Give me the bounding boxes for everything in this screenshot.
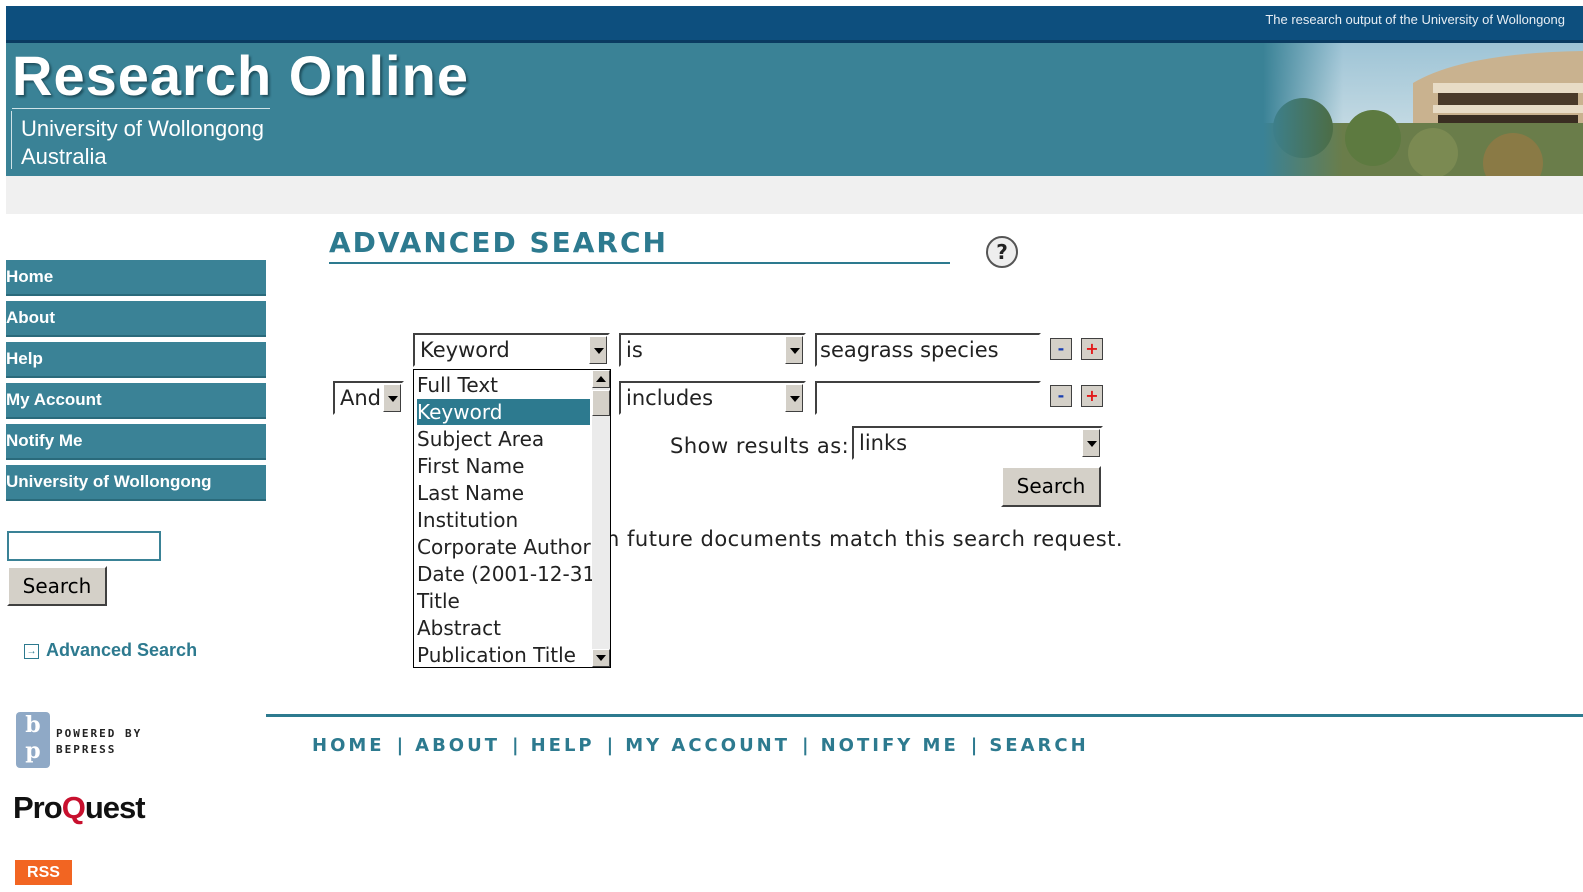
page-title: ADVANCED SEARCH [329,226,668,259]
proquest-post: uest [84,790,146,825]
option-institution[interactable]: Institution [417,507,590,533]
footer-link-about[interactable]: ABOUT [415,735,500,756]
sidebar-item-notify-me[interactable]: Notify Me [6,424,266,460]
site-subtitle: University of Wollongong Australia [21,115,264,171]
site-title[interactable]: Research Online [12,43,469,108]
search-term-input-2[interactable] [815,381,1041,415]
remove-row-2-button[interactable]: - [1050,385,1072,407]
footer-separator: | [396,735,404,756]
option-last-name[interactable]: Last Name [417,480,590,506]
chevron-down-icon[interactable] [589,336,607,364]
footer-link-home[interactable]: HOME [312,735,385,756]
subtitle-divider [11,111,12,169]
sidebar-search-input[interactable] [7,531,161,561]
option-subject-area[interactable]: Subject Area [417,426,590,452]
bepress-logo[interactable]: bp POWERED BY BEPRESS [16,712,140,768]
sidebar-item-about[interactable]: About [6,301,266,337]
footer-separator: | [970,735,978,756]
campus-building-image [1263,43,1583,176]
option-keyword[interactable]: Keyword [417,399,590,425]
connector-select-value: And [340,386,382,410]
field-select-1-value: Keyword [420,338,510,362]
option-title[interactable]: Title [417,588,590,614]
results-format-select[interactable]: links [852,426,1103,460]
footer-separator: | [512,735,519,756]
option-first-name[interactable]: First Name [417,453,590,479]
bepress-label: BEPRESS [56,743,117,756]
footer-link-help[interactable]: HELP [531,735,595,756]
dropdown-scrollbar[interactable] [592,370,610,667]
option-date[interactable]: Date (2001-12-31) [417,561,603,587]
chevron-down-icon[interactable] [383,384,401,412]
rss-button[interactable]: RSS [15,860,72,885]
operator-select-2[interactable]: includes [619,381,806,415]
chevron-down-icon[interactable] [785,336,803,364]
footer-link-notify-me[interactable]: NOTIFY ME [821,735,959,756]
sidebar-item-help[interactable]: Help [6,342,266,378]
operator-select-1[interactable]: is [619,333,806,367]
scroll-thumb[interactable] [592,390,610,416]
help-icon[interactable]: ? [986,236,1018,268]
add-row-1-button[interactable]: + [1081,338,1103,360]
footer-separator: | [802,735,809,756]
bepress-text: POWERED BY BEPRESS [56,726,176,758]
footer-divider [266,714,1583,717]
sidebar-item-home[interactable]: Home [6,260,266,296]
sidebar-search-button[interactable]: Search [7,566,107,606]
advanced-search-label: Advanced Search [46,640,198,660]
subtitle-line-1: University of Wollongong [21,116,264,141]
results-format-value: links [859,431,908,455]
search-term-input-1[interactable]: seagrass species [815,333,1041,367]
operator-select-1-value: is [626,338,643,362]
scroll-down-icon[interactable] [592,649,610,667]
footer-link-search[interactable]: SEARCH [989,735,1088,756]
bepress-icon: bp [16,712,50,768]
chevron-down-icon[interactable] [785,384,803,412]
show-results-label: Show results as: [670,434,850,458]
field-select-1[interactable]: Keyword [413,333,610,367]
top-bar: The research output of the University of… [6,6,1583,43]
proquest-q: Q [61,790,86,825]
proquest-logo[interactable]: ProQuest [13,790,146,826]
grey-strip [6,176,1583,214]
option-corporate-author[interactable]: Corporate Author [417,534,591,560]
site-banner: Research Online University of Wollongong… [6,43,1583,176]
field-dropdown-list[interactable]: Full Text Keyword Subject Area First Nam… [413,369,611,668]
advanced-search-link[interactable]: → Advanced Search [24,640,197,661]
footer-link-my-account[interactable]: MY ACCOUNT [625,735,790,756]
arrow-right-icon: → [24,644,39,659]
option-full-text[interactable]: Full Text [417,372,590,398]
add-row-2-button[interactable]: + [1081,385,1103,407]
remove-row-1-button[interactable]: - [1050,338,1072,360]
title-underline [329,262,950,264]
search-button[interactable]: Search [1001,466,1101,507]
title-divider [12,108,270,109]
option-publication-title[interactable]: Publication Title [417,642,590,667]
scroll-up-icon[interactable] [592,370,610,388]
sidebar-item-university[interactable]: University of Wollongong [6,465,266,501]
sidebar-nav: Home About Help My Account Notify Me Uni… [6,260,266,506]
connector-select[interactable]: And [333,381,404,415]
sidebar-item-my-account[interactable]: My Account [6,383,266,419]
option-abstract[interactable]: Abstract [417,615,590,641]
notify-text: n future documents match this search req… [606,527,1124,551]
proquest-pre: Pro [13,790,63,825]
powered-by-label: POWERED BY [56,727,143,740]
subtitle-line-2: Australia [21,144,107,169]
tagline: The research output of the University of… [1265,12,1565,27]
chevron-down-icon[interactable] [1082,429,1100,457]
footer-separator: | [606,735,614,756]
operator-select-2-value: includes [626,386,714,410]
footer-nav: HOME | ABOUT | HELP | MY ACCOUNT | NOTIFY ME | SEA… [312,735,1089,756]
